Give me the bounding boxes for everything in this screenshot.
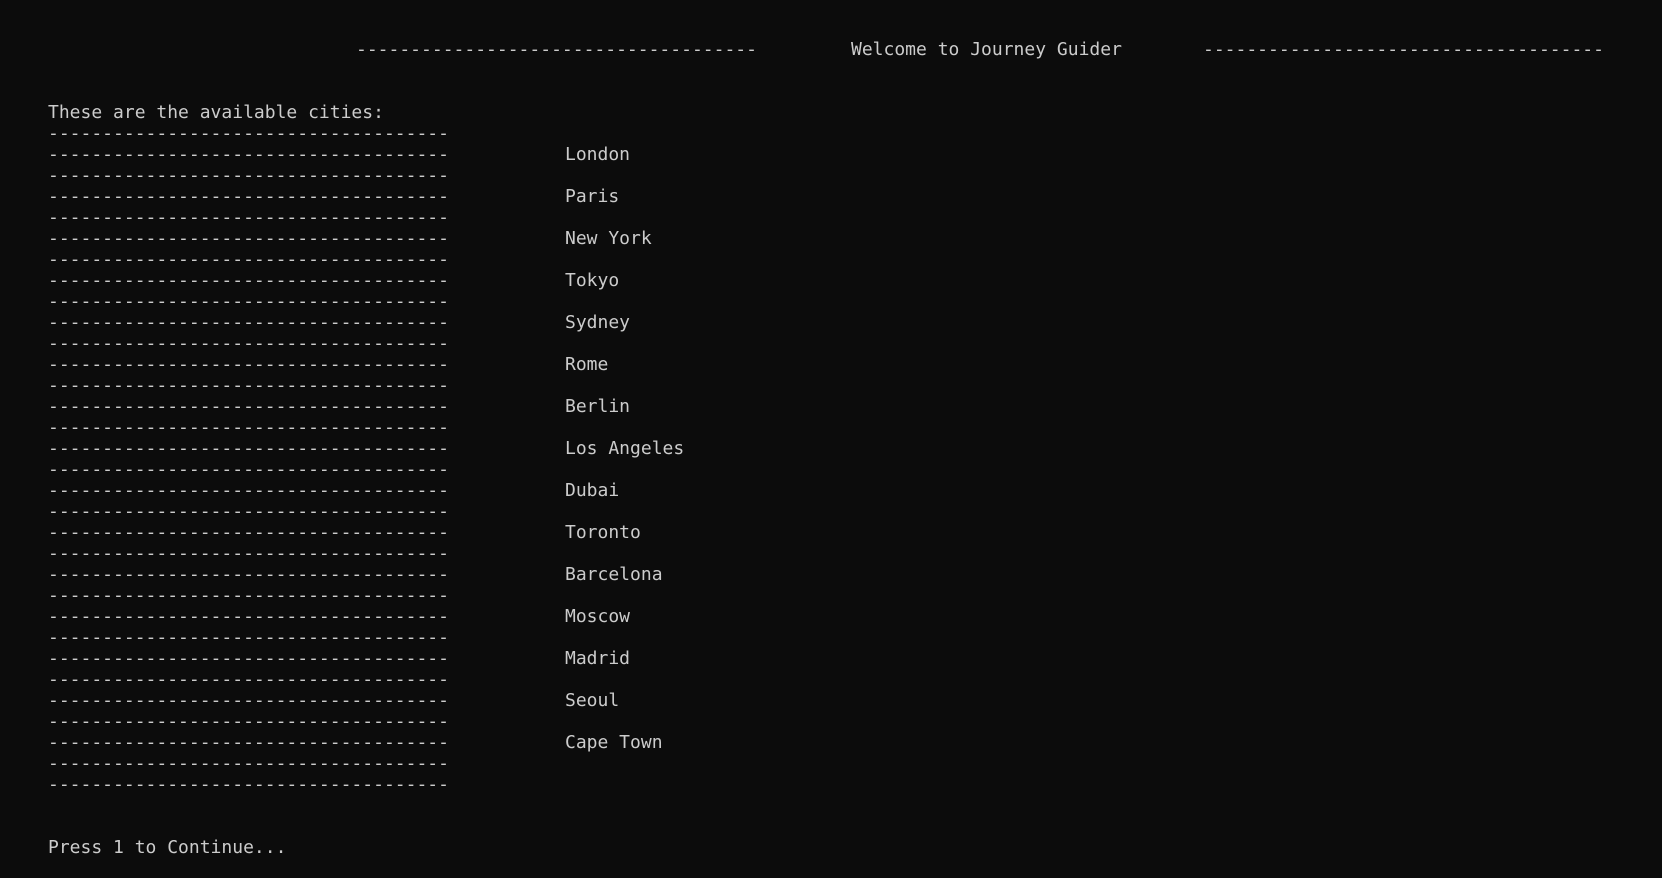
separator-rule: ------------------------------------- [48, 249, 449, 270]
city-name: Tokyo [565, 270, 620, 291]
cities-intro: These are the available cities: [48, 102, 384, 123]
list-item: ------------------------------------- Cap… [48, 732, 663, 753]
separator-rule: ------------------------------------- [48, 480, 449, 501]
list-item: ------------------------------------- Par… [48, 186, 619, 207]
list-item: ------------------------------------- Ber… [48, 396, 630, 417]
separator-rule: ------------------------------------- [48, 396, 449, 417]
list-item: ------------------------------------- Tok… [48, 270, 619, 291]
city-name: Sydney [565, 312, 631, 333]
list-item: ------------------------------------- Seo… [48, 690, 619, 711]
separator-rule: ------------------------------------- [48, 228, 449, 249]
city-name: Toronto [565, 522, 641, 543]
separator-rule: ------------------------------------- [48, 270, 449, 291]
separator-rule: ------------------------------------- [48, 627, 449, 648]
separator-rule: ------------------------------------- [48, 585, 449, 606]
separator-rule: ------------------------------------- [48, 753, 449, 774]
separator-rule: ------------------------------------- [48, 669, 449, 690]
city-name: Seoul [565, 690, 620, 711]
separator-rule: ------------------------------------- [48, 354, 449, 375]
city-name: Barcelona [565, 564, 663, 585]
city-name: Madrid [565, 648, 631, 669]
city-list: ------------------------------------- ---… [48, 123, 684, 795]
terminal-window: { "header": { "title": "Welcome to Journ… [0, 0, 1662, 878]
separator-rule: ------------------------------------- [48, 711, 449, 732]
separator-rule: ------------------------------------- [48, 291, 449, 312]
list-item: ------------------------------------- Mad… [48, 648, 630, 669]
city-name: Cape Town [565, 732, 663, 753]
list-item: ------------------------------------- Bar… [48, 564, 663, 585]
continue-prompt: Press 1 to Continue... [48, 837, 287, 858]
city-name: Moscow [565, 606, 631, 627]
separator-rule: ------------------------------------- [48, 606, 449, 627]
separator-rule: ------------------------------------- [48, 522, 449, 543]
city-name: Berlin [565, 396, 631, 417]
separator-rule: ------------------------------------- [48, 690, 449, 711]
list-item: ------------------------------------- Tor… [48, 522, 641, 543]
separator-rule: ------------------------------------- [48, 417, 449, 438]
city-name: Dubai [565, 480, 620, 501]
separator-rule: ------------------------------------- [48, 207, 449, 228]
separator-rule: ------------------------------------- [48, 312, 449, 333]
separator-rule: ------------------------------------- [48, 564, 449, 585]
header-left-rule: ------------------------------------- [356, 39, 757, 60]
header-right-rule: ------------------------------------- [1203, 39, 1604, 60]
separator-rule: ------------------------------------- [48, 186, 449, 207]
separator-rule: ------------------------------------- [48, 333, 449, 354]
separator-rule: ------------------------------------- [48, 732, 449, 753]
separator-rule: ------------------------------------- [48, 438, 449, 459]
city-name: Paris [565, 186, 620, 207]
separator-rule: ------------------------------------- [48, 459, 449, 480]
city-name: New York [565, 228, 652, 249]
city-name: Rome [565, 354, 609, 375]
city-name: Los Angeles [565, 438, 685, 459]
page-title: Welcome to Journey Guider [851, 39, 1122, 60]
separator-rule: ------------------------------------- [48, 648, 449, 669]
separator-rule: ------------------------------------- [48, 165, 449, 186]
list-item: ------------------------------------- New… [48, 228, 652, 249]
list-item: ------------------------------------- Rom… [48, 354, 608, 375]
list-item: ------------------------------------- Lon… [48, 144, 630, 165]
list-item: ------------------------------------- Syd… [48, 312, 630, 333]
city-name: London [565, 144, 631, 165]
list-item: ------------------------------------- Mos… [48, 606, 630, 627]
separator-rule: ------------------------------------- [48, 543, 449, 564]
separator-rule: ------------------------------------- [48, 123, 449, 144]
separator-rule: ------------------------------------- [48, 501, 449, 522]
separator-rule: ------------------------------------- [48, 375, 449, 396]
separator-rule: ------------------------------------- [48, 144, 449, 165]
separator-rule: ------------------------------------- [48, 774, 449, 795]
list-item: ------------------------------------- Dub… [48, 480, 619, 501]
list-item: ------------------------------------- Los… [48, 438, 684, 459]
